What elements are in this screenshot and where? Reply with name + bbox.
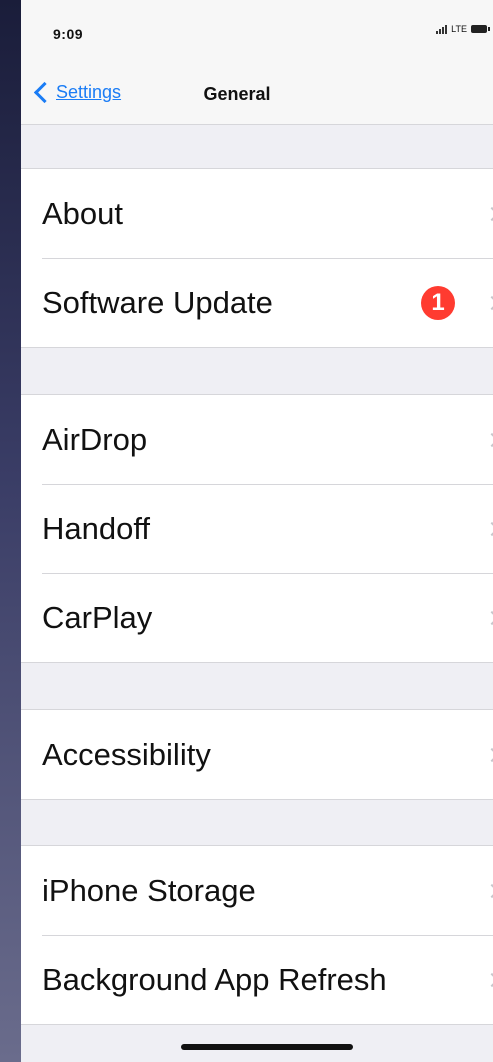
chevron-right-icon — [484, 206, 493, 221]
list-item-airdrop[interactable]: AirDrop — [21, 395, 493, 484]
settings-group-connectivity: AirDrop Handoff CarPlay — [21, 394, 493, 663]
list-item-carplay[interactable]: CarPlay — [21, 573, 493, 662]
network-label: LTE — [451, 24, 467, 34]
battery-icon — [471, 25, 490, 33]
status-indicators: LTE — [436, 24, 490, 34]
page-title: General — [203, 84, 271, 104]
chevron-right-icon — [484, 610, 493, 625]
list-item-iphone-storage[interactable]: iPhone Storage — [21, 846, 493, 935]
chevron-right-icon — [484, 883, 493, 898]
list-item-label: Accessibility — [42, 736, 211, 772]
list-item-label: iPhone Storage — [42, 872, 256, 908]
notification-badge: 1 — [421, 285, 455, 320]
status-bar: 9:09 LTE — [21, 0, 493, 72]
list-item-accessibility[interactable]: Accessibility — [21, 710, 493, 799]
home-indicator[interactable] — [181, 1044, 353, 1050]
chevron-right-icon — [484, 747, 493, 762]
list-item-label: Background App Refresh — [42, 961, 387, 997]
chevron-right-icon — [484, 295, 493, 310]
list-item-label: Handoff — [42, 510, 151, 546]
status-time: 9:09 — [53, 26, 84, 42]
list-item-label: Software Update — [42, 284, 273, 320]
settings-group-general-info: About Software Update 1 — [21, 168, 493, 348]
chevron-right-icon — [484, 432, 493, 447]
settings-group-accessibility: Accessibility — [21, 709, 493, 800]
phone-screen: 9:09 LTE Settings General About Software… — [21, 0, 493, 1062]
chevron-right-icon — [484, 521, 493, 536]
navigation-bar: Settings General — [21, 72, 493, 125]
list-item-background-app-refresh[interactable]: Background App Refresh — [21, 935, 493, 1024]
list-item-label: About — [42, 195, 124, 231]
list-item-about[interactable]: About — [21, 169, 493, 258]
settings-group-storage: iPhone Storage Background App Refresh — [21, 845, 493, 1025]
list-item-software-update[interactable]: Software Update 1 — [21, 258, 493, 347]
list-item-label: CarPlay — [42, 599, 153, 635]
list-item-label: AirDrop — [42, 421, 148, 457]
chevron-right-icon — [484, 972, 493, 987]
signal-icon — [436, 24, 448, 34]
list-item-handoff[interactable]: Handoff — [21, 484, 493, 573]
